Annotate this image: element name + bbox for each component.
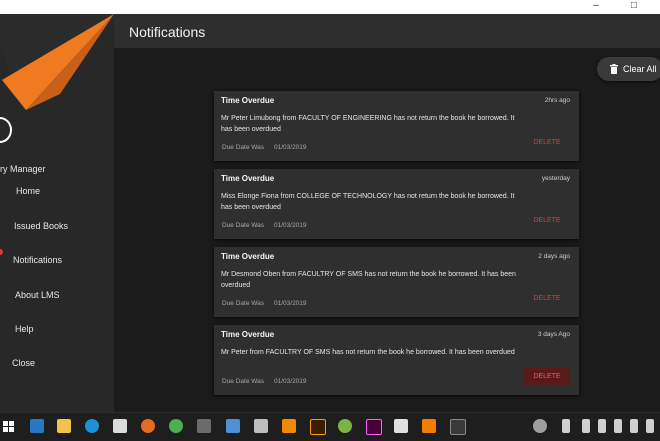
- notification-message: Mr Peter from FACULTRY OF SMS has not re…: [221, 349, 515, 356]
- clear-all-button[interactable]: Clear All: [597, 57, 660, 81]
- xd-icon[interactable]: [366, 419, 382, 435]
- android-icon[interactable]: [338, 419, 352, 433]
- notification-card: Time Overdue 2hrs ago Mr Peter Limubong …: [214, 91, 579, 161]
- sidebar-item-close[interactable]: Close: [0, 350, 114, 376]
- volume-icon[interactable]: [630, 419, 638, 433]
- sidebar-item-home[interactable]: Home: [0, 178, 114, 204]
- due-date-value: 01/03/2019: [274, 222, 307, 229]
- minimize-button[interactable]: –: [586, 0, 606, 14]
- notification-time: 3 days Ago: [537, 331, 570, 338]
- notification-message: Mr Peter Limubong from FACULTY OF ENGINE…: [221, 115, 515, 133]
- chrome-icon[interactable]: [169, 419, 183, 433]
- notification-message: Miss Elonge Fiona from COLLEGE OF TECHNO…: [221, 193, 515, 211]
- delete-button[interactable]: DELETE: [524, 289, 570, 307]
- app-g-icon[interactable]: [422, 419, 436, 433]
- edge-icon[interactable]: [85, 419, 99, 433]
- notifications-panel: Clear All Time Overdue 2hrs ago Mr Peter…: [114, 48, 660, 412]
- notification-time: 2hrs ago: [544, 97, 570, 104]
- firefox-icon[interactable]: [141, 419, 155, 433]
- active-indicator: [0, 249, 3, 255]
- store-icon[interactable]: [113, 419, 127, 433]
- due-date-label: Due Date Was: [222, 222, 265, 229]
- notification-title: Time Overdue: [221, 252, 275, 261]
- notification-card: Time Overdue 2 days ago Mr Desmond Oben …: [214, 247, 579, 317]
- app-logo: [0, 14, 114, 134]
- sidebar-item-label: Help: [15, 324, 34, 334]
- due-date-value: 01/03/2019: [274, 378, 307, 385]
- sidebar-item-label: Home: [16, 186, 41, 196]
- maximize-button[interactable]: □: [624, 0, 644, 14]
- page-title: Notifications: [129, 24, 206, 40]
- notification-time: yesterday: [541, 175, 570, 182]
- sidebar-item-notifications[interactable]: Notifications: [0, 247, 114, 273]
- due-date-value: 01/03/2019: [274, 300, 307, 307]
- notification-message: Mr Desmond Oben from FACULTRY OF SMS has…: [221, 271, 516, 289]
- start-icon[interactable]: [2, 419, 16, 433]
- due-date-value: 01/03/2019: [274, 144, 307, 151]
- trash-icon: [610, 64, 618, 74]
- delete-button[interactable]: DELETE: [524, 133, 570, 151]
- sidebar-item-label: Notifications: [13, 255, 63, 265]
- app-name: ry Manager: [0, 164, 46, 174]
- battery-icon[interactable]: [598, 419, 606, 433]
- due-date-label: Due Date Was: [222, 144, 265, 151]
- active-app-icon[interactable]: [450, 419, 466, 435]
- notification-time: 2 days ago: [538, 253, 570, 260]
- vlc-icon[interactable]: [282, 419, 296, 433]
- sidebar: ry Manager Home Issued Books Notificatio…: [0, 14, 114, 412]
- notification-title: Time Overdue: [221, 330, 275, 339]
- notification-card: Time Overdue yesterday Miss Elonge Fiona…: [214, 169, 579, 239]
- sidebar-item-label: About LMS: [15, 290, 60, 300]
- illustrator-icon[interactable]: [310, 419, 326, 435]
- due-date-label: Due Date Was: [222, 300, 265, 307]
- sidebar-item-label: Close: [12, 358, 36, 368]
- box-icon[interactable]: [226, 419, 240, 433]
- sidebar-item-about[interactable]: About LMS: [0, 282, 114, 308]
- page-header: Notifications: [114, 14, 660, 48]
- delete-button[interactable]: DELETE: [524, 367, 570, 385]
- snipping-icon[interactable]: [197, 419, 211, 433]
- printer-icon[interactable]: [254, 419, 268, 433]
- taskbar: [0, 412, 660, 441]
- chevron-up-icon[interactable]: [582, 419, 590, 433]
- vscode-icon[interactable]: [30, 419, 44, 433]
- notepad-icon[interactable]: [394, 419, 408, 433]
- delete-button[interactable]: DELETE: [524, 211, 570, 229]
- user-avatar-icon[interactable]: [533, 419, 547, 433]
- wifi-icon[interactable]: [614, 419, 622, 433]
- notification-title: Time Overdue: [221, 174, 275, 183]
- file-explorer-icon[interactable]: [57, 419, 71, 433]
- sidebar-item-issued-books[interactable]: Issued Books: [0, 213, 114, 239]
- window-title-bar: – □: [0, 0, 660, 14]
- sidebar-item-help[interactable]: Help: [0, 316, 114, 342]
- notification-title: Time Overdue: [221, 96, 275, 105]
- people-icon[interactable]: [562, 419, 570, 433]
- due-date-label: Due Date Was: [222, 378, 265, 385]
- notification-card: Time Overdue 3 days Ago Mr Peter from FA…: [214, 325, 579, 395]
- sidebar-item-label: Issued Books: [14, 221, 69, 231]
- clear-all-label: Clear All: [623, 64, 657, 74]
- action-center-icon[interactable]: [646, 419, 654, 433]
